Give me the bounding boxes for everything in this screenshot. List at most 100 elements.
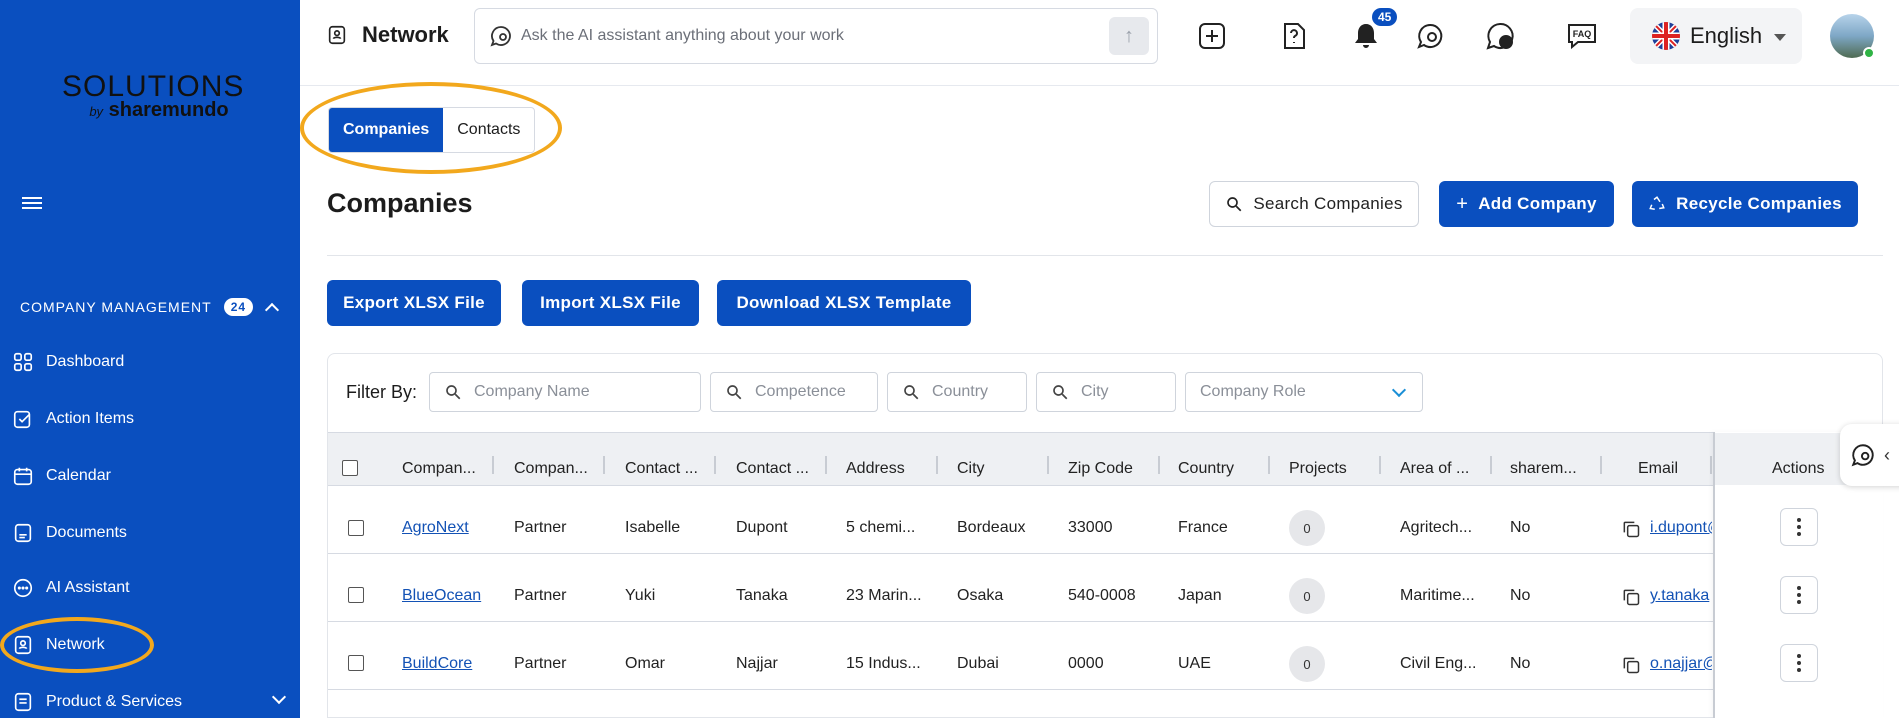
- company-name-link[interactable]: BlueOcean: [402, 587, 481, 605]
- column-resizer[interactable]: [603, 456, 605, 474]
- add-button[interactable]: [1196, 20, 1228, 52]
- ai-ask-input[interactable]: Ask the AI assistant anything about your…: [474, 8, 1158, 64]
- section-company-management[interactable]: COMPANY MANAGEMENT 24: [20, 298, 280, 318]
- floating-chat-button[interactable]: ‹: [1840, 424, 1899, 486]
- email-link[interactable]: o.najjar@: [1650, 655, 1712, 673]
- column-header[interactable]: Email: [1638, 460, 1678, 478]
- column-header[interactable]: Compan...: [402, 460, 476, 478]
- chat-button[interactable]: [1414, 20, 1446, 52]
- column-resizer[interactable]: [1710, 456, 1712, 474]
- row-divider: [328, 553, 1883, 554]
- row-divider: [328, 621, 1883, 622]
- column-resizer[interactable]: [1158, 456, 1160, 474]
- table-cell: Bordeaux: [957, 519, 1026, 536]
- sidebar-item-action-items[interactable]: Action Items: [12, 405, 134, 433]
- filter-label: Filter By:: [346, 382, 418, 402]
- search-icon: [727, 385, 742, 400]
- column-header[interactable]: Address: [846, 460, 905, 478]
- sidebar-item-ai-assistant[interactable]: AI Assistant: [12, 574, 130, 602]
- table-cell: Isabelle: [625, 519, 681, 536]
- highlight-ring-tabs: [300, 82, 562, 174]
- column-header[interactable]: Country: [1178, 460, 1234, 478]
- projects-count: 0: [1289, 510, 1325, 546]
- header-title-text: Network: [362, 22, 449, 47]
- column-header[interactable]: City: [957, 460, 985, 478]
- sidebar-item-calendar[interactable]: Calendar: [12, 462, 111, 490]
- table-cell: France: [1178, 519, 1228, 536]
- column-header[interactable]: Contact ...: [625, 460, 698, 478]
- add-company-button[interactable]: + Add Company: [1439, 181, 1614, 227]
- copy-icon[interactable]: [1621, 655, 1641, 675]
- column-header[interactable]: sharem...: [1510, 460, 1577, 478]
- column-resizer[interactable]: [936, 456, 938, 474]
- sidebar-item-product-services[interactable]: Product & Services: [12, 688, 300, 716]
- select-all-checkbox[interactable]: [342, 460, 358, 476]
- column-header[interactable]: Contact ...: [736, 460, 809, 478]
- company-name-placeholder: Company Name: [474, 383, 590, 400]
- sidebar-item-label: Documents: [46, 524, 127, 541]
- row-checkbox[interactable]: [348, 655, 364, 671]
- column-resizer[interactable]: [714, 456, 716, 474]
- help-button[interactable]: [1278, 20, 1310, 52]
- column-header[interactable]: Projects: [1289, 460, 1347, 478]
- column-header-actions: Actions: [1772, 460, 1825, 477]
- ai-assistant-icon: [12, 577, 34, 599]
- competence-filter[interactable]: Competence: [710, 372, 878, 412]
- import-xlsx-button[interactable]: Import XLSX File: [522, 280, 699, 326]
- column-resizer[interactable]: [492, 456, 494, 474]
- email-link[interactable]: y.tanaka: [1650, 587, 1712, 605]
- column-header[interactable]: Zip Code: [1068, 460, 1133, 478]
- row-actions-button[interactable]: [1780, 644, 1818, 682]
- table-cell: Partner: [514, 655, 567, 672]
- company-name-link[interactable]: AgroNext: [402, 519, 469, 537]
- menu-toggle-icon[interactable]: [22, 194, 42, 212]
- column-resizer[interactable]: [1600, 456, 1602, 474]
- column-header[interactable]: Area of ...: [1400, 460, 1469, 478]
- competence-placeholder: Competence: [755, 383, 846, 400]
- help-document-icon: [1284, 23, 1305, 49]
- recycle-companies-button[interactable]: Recycle Companies: [1632, 181, 1858, 227]
- chat-bubble-icon: [1417, 23, 1443, 49]
- export-xlsx-button[interactable]: Export XLSX File: [327, 280, 501, 326]
- city-placeholder: City: [1081, 383, 1109, 400]
- table-cell: No: [1510, 587, 1531, 604]
- email-link[interactable]: i.dupont@: [1650, 519, 1712, 537]
- row-checkbox[interactable]: [348, 587, 364, 603]
- column-resizer[interactable]: [1268, 456, 1270, 474]
- row-actions-button[interactable]: [1780, 576, 1818, 614]
- sidebar-item-documents[interactable]: Documents: [12, 519, 127, 547]
- download-template-button[interactable]: Download XLSX Template: [717, 280, 971, 326]
- action-items-icon: [12, 408, 34, 430]
- table-cell: Yuki: [625, 587, 656, 604]
- sidebar-item-label: Calendar: [46, 467, 111, 484]
- copy-icon[interactable]: [1621, 519, 1641, 539]
- company-name-filter[interactable]: Company Name: [429, 372, 701, 412]
- row-checkbox[interactable]: [348, 520, 364, 536]
- city-filter[interactable]: City: [1036, 372, 1176, 412]
- feedback-button[interactable]: [1484, 20, 1516, 52]
- language-selector[interactable]: English: [1630, 8, 1802, 64]
- documents-icon: [12, 522, 34, 544]
- language-label: English: [1690, 23, 1763, 48]
- faq-button[interactable]: FAQ: [1566, 20, 1598, 52]
- company-role-select[interactable]: Company Role: [1185, 372, 1423, 412]
- row-actions-button[interactable]: [1780, 508, 1818, 546]
- sidebar-item-dashboard[interactable]: Dashboard: [12, 348, 124, 376]
- app-root: SOLUTIONS by sharemundo COMPANY MANAGEME…: [0, 0, 1899, 718]
- country-filter[interactable]: Country: [887, 372, 1027, 412]
- notification-count-badge: 45: [1372, 8, 1398, 26]
- column-resizer[interactable]: [825, 456, 827, 474]
- user-avatar[interactable]: [1830, 14, 1875, 59]
- column-resizer[interactable]: [1047, 456, 1049, 474]
- column-resizer[interactable]: [1490, 456, 1492, 474]
- search-companies-button[interactable]: Search Companies: [1209, 181, 1419, 227]
- column-header[interactable]: Compan...: [514, 460, 588, 478]
- table-cell: 5 chemi...: [846, 519, 916, 536]
- dashboard-icon: [12, 351, 34, 373]
- column-resizer[interactable]: [1379, 456, 1381, 474]
- chevron-down-icon: [271, 689, 287, 705]
- company-name-link[interactable]: BuildCore: [402, 655, 472, 673]
- header-title: Network: [326, 22, 449, 48]
- copy-icon[interactable]: [1621, 587, 1641, 607]
- send-button[interactable]: ↑: [1109, 17, 1149, 55]
